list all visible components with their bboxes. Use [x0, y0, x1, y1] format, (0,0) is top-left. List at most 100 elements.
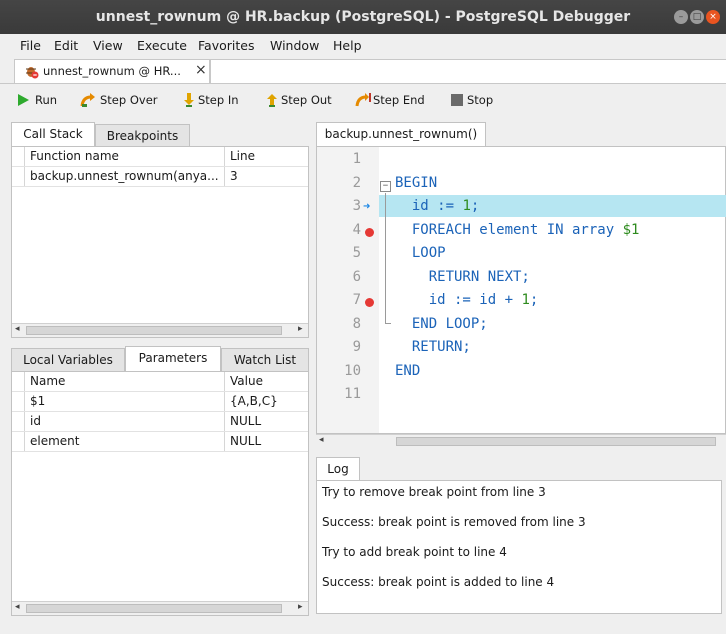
- step-end-button[interactable]: Step End: [355, 91, 427, 109]
- code-line-7: id := id + 1;: [395, 292, 539, 308]
- tab-strip-filler: [210, 59, 726, 83]
- tab-local-variables[interactable]: Local Variables: [11, 348, 125, 372]
- call-stack-line-cell[interactable]: 3: [230, 169, 238, 183]
- log-entry: Try to add break point to line 4: [322, 545, 507, 559]
- line-number: 4: [352, 222, 361, 238]
- column-divider: [224, 147, 225, 187]
- param-value-cell[interactable]: {A,B,C}: [230, 394, 278, 408]
- scroll-left-icon[interactable]: ◂: [319, 435, 324, 445]
- menu-view[interactable]: View: [93, 38, 123, 53]
- code-text: END: [395, 363, 421, 379]
- row-divider: [12, 431, 308, 432]
- scroll-left-icon[interactable]: ◂: [15, 602, 20, 612]
- param-value-cell[interactable]: NULL: [230, 414, 261, 428]
- debugger-bug-icon: [26, 67, 39, 79]
- log-entry: Success: break point is removed from lin…: [322, 515, 586, 529]
- menu-window[interactable]: Window: [270, 38, 319, 53]
- line-number: 5: [352, 245, 361, 261]
- tab-call-stack[interactable]: Call Stack: [11, 122, 95, 148]
- code-text: LOOP: [395, 245, 446, 261]
- step-out-label: Step Out: [281, 93, 332, 107]
- column-line[interactable]: Line: [230, 149, 255, 167]
- scroll-right-icon[interactable]: ▸: [298, 602, 303, 612]
- menu-edit[interactable]: Edit: [54, 38, 78, 53]
- fold-toggle-icon[interactable]: −: [380, 181, 391, 192]
- code-text: END LOOP;: [395, 316, 488, 332]
- line-number: 10: [344, 363, 361, 379]
- param-name-cell[interactable]: $1: [30, 394, 45, 408]
- document-tab[interactable]: unnest_rownum @ HR... ×: [14, 59, 210, 83]
- code-line-9: RETURN;: [395, 339, 471, 355]
- code-line-4: FOREACH element IN array $1: [395, 222, 640, 238]
- close-window-button[interactable]: ×: [706, 10, 720, 24]
- log-entry: Success: break point is added to line 4: [322, 575, 555, 589]
- menu-execute[interactable]: Execute: [137, 38, 187, 53]
- step-over-button[interactable]: Step Over: [80, 91, 160, 109]
- title-bar: unnest_rownum @ HR.backup (PostgreSQL) -…: [0, 0, 726, 34]
- maximize-button[interactable]: □: [690, 10, 704, 24]
- step-out-icon: [267, 94, 277, 107]
- code-number: 1: [462, 198, 471, 214]
- minimize-button[interactable]: –: [674, 10, 688, 24]
- debug-toolbar: Run Step Over Step In Step Out Step End …: [0, 84, 726, 114]
- scroll-right-icon[interactable]: ▸: [298, 324, 303, 334]
- run-button[interactable]: Run: [15, 91, 61, 109]
- column-value[interactable]: Value: [230, 374, 263, 392]
- menu-favorites[interactable]: Favorites: [198, 38, 254, 53]
- row-divider: [12, 411, 308, 412]
- code-line-10: END: [395, 363, 420, 379]
- call-stack-function-cell[interactable]: backup.unnest_rownum(anya...: [30, 169, 219, 183]
- header-divider: [12, 166, 308, 167]
- code-number: 1: [521, 292, 530, 308]
- scroll-thumb[interactable]: [26, 326, 282, 335]
- editor-hscrollbar[interactable]: ◂: [316, 434, 726, 448]
- header-divider: [12, 391, 308, 392]
- call-stack-hscrollbar[interactable]: ◂ ▸: [12, 323, 308, 337]
- current-line-arrow-icon: ➜: [363, 199, 371, 213]
- code-line-8: END LOOP;: [395, 316, 488, 332]
- row-divider: [12, 186, 308, 187]
- stop-icon: [451, 94, 463, 106]
- row-header-divider: [24, 147, 25, 187]
- param-name-cell[interactable]: element: [30, 434, 79, 448]
- line-number: 11: [344, 386, 361, 402]
- document-tab-label: unnest_rownum @ HR...: [43, 64, 181, 78]
- line-number: 6: [352, 269, 361, 285]
- param-name-cell[interactable]: id: [30, 414, 41, 428]
- tab-parameters[interactable]: Parameters: [125, 346, 221, 372]
- scroll-thumb[interactable]: [396, 437, 716, 446]
- step-in-button[interactable]: Step In: [181, 91, 241, 109]
- menu-bar: File Edit View Execute Favorites Window …: [0, 34, 726, 56]
- code-editor[interactable]: 1 2 3 4 5 6 7 8 9 10 11 ➜ − BEGIN id := …: [316, 146, 726, 434]
- status-bar: [0, 616, 726, 634]
- menu-help[interactable]: Help: [333, 38, 362, 53]
- stop-button[interactable]: Stop: [449, 91, 499, 109]
- line-number: 3: [352, 198, 361, 214]
- step-out-button[interactable]: Step Out: [264, 91, 334, 109]
- breakpoint-icon[interactable]: [365, 298, 374, 307]
- parameters-hscrollbar[interactable]: ◂ ▸: [12, 601, 308, 615]
- call-stack-grid: Function name Line backup.unnest_rownum(…: [11, 146, 309, 338]
- code-text: RETURN NEXT;: [395, 269, 530, 285]
- column-function-name[interactable]: Function name: [30, 149, 119, 167]
- code-line-3: id := 1;: [395, 198, 479, 214]
- row-header-divider: [24, 372, 25, 452]
- run-icon: [18, 94, 29, 106]
- code-text: ;: [470, 198, 480, 214]
- column-name[interactable]: Name: [30, 374, 65, 392]
- log-entry: Try to remove break point from line 3: [322, 485, 546, 499]
- code-text: id :=: [395, 198, 463, 214]
- tab-watch-list[interactable]: Watch List: [221, 348, 309, 372]
- param-value-cell[interactable]: NULL: [230, 434, 261, 448]
- close-tab-icon[interactable]: ×: [195, 62, 207, 78]
- breakpoint-icon[interactable]: [365, 228, 374, 237]
- fold-line: [385, 193, 386, 323]
- menu-file[interactable]: File: [20, 38, 41, 53]
- scroll-left-icon[interactable]: ◂: [15, 324, 20, 334]
- code-text: FOREACH element IN array: [395, 222, 623, 238]
- tab-editor[interactable]: backup.unnest_rownum(): [316, 122, 486, 148]
- tab-breakpoints[interactable]: Breakpoints: [95, 124, 190, 148]
- code-text: ;: [529, 292, 539, 308]
- scroll-thumb[interactable]: [26, 604, 282, 613]
- code-text: RETURN;: [395, 339, 471, 355]
